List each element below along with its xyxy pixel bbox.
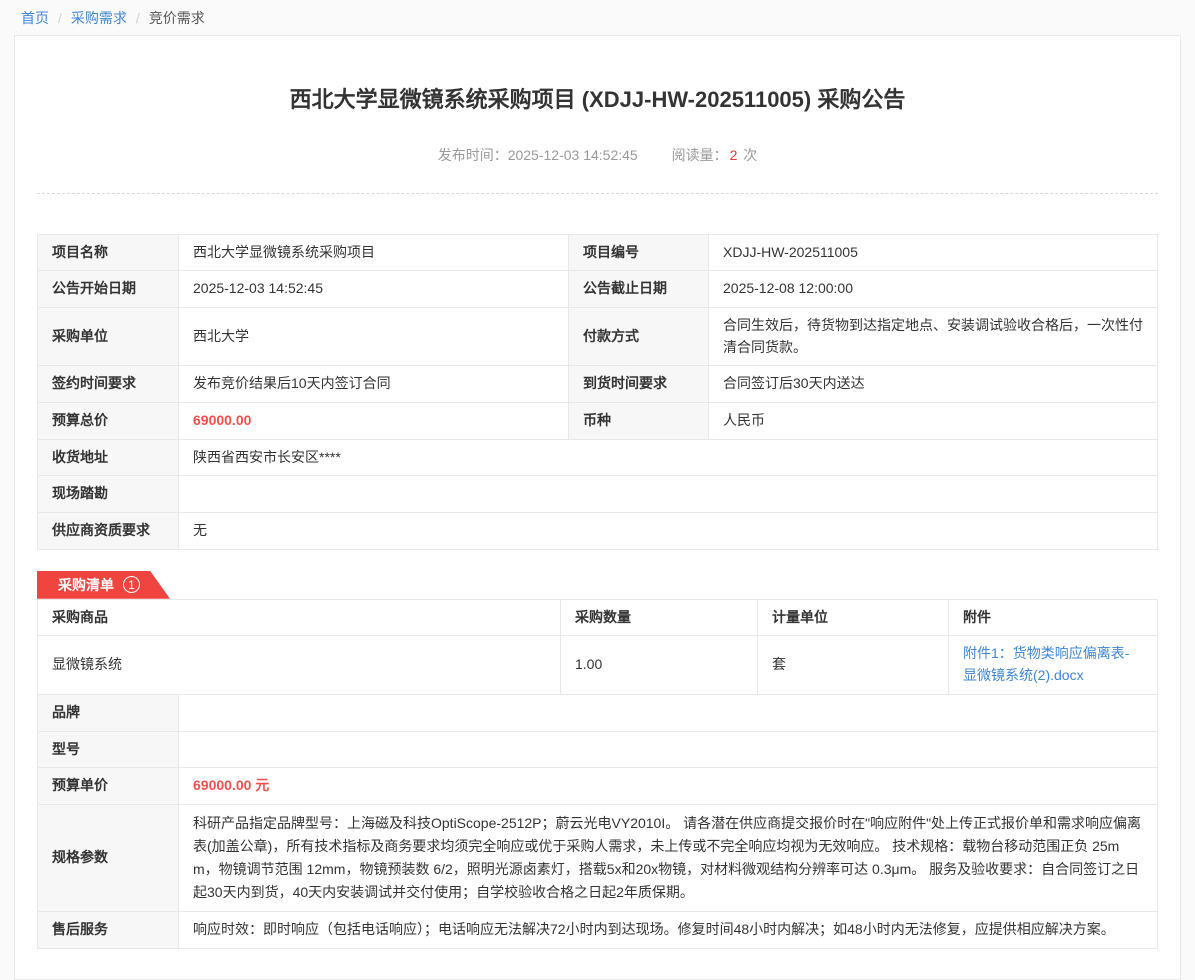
goods-unit: 套 [758, 636, 949, 694]
brand-value [179, 694, 1158, 731]
field-label: 项目名称 [38, 234, 179, 271]
attachment-link[interactable]: 附件1：货物类响应偏离表-显微镜系统(2).docx [963, 645, 1129, 683]
field-value: 西北大学 [179, 307, 569, 365]
project-info-table: 项目名称 西北大学显微镜系统采购项目 项目编号 XDJJ-HW-20251100… [37, 234, 1158, 550]
table-row: 供应商资质要求 无 [38, 513, 1158, 550]
goods-table: 采购商品 采购数量 计量单位 附件 显微镜系统 1.00 套 附件1：货物类响应… [37, 599, 1158, 695]
view-count-label: 阅读量： [672, 147, 728, 163]
field-value: 合同签订后30天内送达 [709, 366, 1158, 403]
field-label: 到货时间要求 [569, 366, 709, 403]
field-label: 品牌 [38, 694, 179, 731]
purchase-list-tab-label: 采购清单 [58, 577, 114, 593]
view-count: 阅读量：2 次 [672, 147, 758, 163]
field-label: 采购单位 [38, 307, 179, 365]
view-count-unit: 次 [743, 147, 757, 163]
page-title: 西北大学显微镜系统采购项目 (XDJJ-HW-202511005) 采购公告 [37, 86, 1158, 115]
table-row: 预算单价 69000.00 元 [38, 768, 1158, 805]
column-header-unit: 计量单位 [758, 599, 949, 636]
table-row: 品牌 [38, 694, 1158, 731]
breadcrumb-home-link[interactable]: 首页 [21, 10, 49, 26]
table-row: 公告开始日期 2025-12-03 14:52:45 公告截止日期 2025-1… [38, 271, 1158, 308]
field-label: 预算总价 [38, 403, 179, 440]
field-value: 陕西省西安市长安区**** [179, 439, 1158, 476]
announcement-meta: 发布时间：2025-12-03 14:52:45 阅读量：2 次 [37, 145, 1158, 194]
breadcrumb: 首页 / 采购需求 / 竞价需求 [0, 0, 1195, 35]
column-header-quantity: 采购数量 [561, 599, 758, 636]
budget-unit-price-value: 69000.00 元 [179, 768, 1158, 805]
field-label: 付款方式 [569, 307, 709, 365]
goods-quantity: 1.00 [561, 636, 758, 694]
field-label: 售后服务 [38, 912, 179, 949]
field-label: 公告开始日期 [38, 271, 179, 308]
field-label: 项目编号 [569, 234, 709, 271]
table-row: 签约时间要求 发布竞价结果后10天内签订合同 到货时间要求 合同签订后30天内送… [38, 366, 1158, 403]
after-sales-value: 响应时效：即时响应（包括电话响应）；电话响应无法解决72小时内到达现场。修复时间… [179, 912, 1158, 949]
field-label: 规格参数 [38, 804, 179, 911]
field-label: 现场踏勘 [38, 476, 179, 513]
field-value: 2025-12-08 12:00:00 [709, 271, 1158, 308]
goods-name: 显微镜系统 [38, 636, 561, 694]
field-value: 合同生效后，待货物到达指定地点、安装调试验收合格后，一次性付清合同货款。 [709, 307, 1158, 365]
table-row: 售后服务 响应时效：即时响应（包括电话响应）；电话响应无法解决72小时内到达现场… [38, 912, 1158, 949]
table-row: 现场踏勘 [38, 476, 1158, 513]
table-row: 型号 [38, 731, 1158, 768]
field-label: 签约时间要求 [38, 366, 179, 403]
column-header-goods: 采购商品 [38, 599, 561, 636]
field-value: 发布竞价结果后10天内签订合同 [179, 366, 569, 403]
table-row: 采购单位 西北大学 付款方式 合同生效后，待货物到达指定地点、安装调试验收合格后… [38, 307, 1158, 365]
publish-time-value: 2025-12-03 14:52:45 [508, 147, 638, 163]
purchase-list-tab: 采购清单 1 [37, 571, 170, 599]
field-value: XDJJ-HW-202511005 [709, 234, 1158, 271]
publish-time-label: 发布时间： [438, 147, 508, 163]
column-header-attachment: 附件 [949, 599, 1158, 636]
field-value: 2025-12-03 14:52:45 [179, 271, 569, 308]
field-label: 预算单价 [38, 768, 179, 805]
budget-total-value: 69000.00 [179, 403, 569, 440]
spec-parameters-value: 科研产品指定品牌型号：上海磁及科技OptiScope-2512P；蔚云光电VY2… [179, 804, 1158, 911]
table-row: 预算总价 69000.00 币种 人民币 [38, 403, 1158, 440]
table-row: 规格参数 科研产品指定品牌型号：上海磁及科技OptiScope-2512P；蔚云… [38, 804, 1158, 911]
table-row: 显微镜系统 1.00 套 附件1：货物类响应偏离表-显微镜系统(2).docx [38, 636, 1158, 694]
field-value: 西北大学显微镜系统采购项目 [179, 234, 569, 271]
field-value: 无 [179, 513, 1158, 550]
goods-detail-table: 品牌 型号 预算单价 69000.00 元 规格参数 科研产品指定品牌型号：上海… [37, 694, 1158, 949]
breadcrumb-current: 竞价需求 [149, 10, 205, 26]
breadcrumb-separator: / [136, 10, 140, 26]
table-row: 项目名称 西北大学显微镜系统采购项目 项目编号 XDJJ-HW-20251100… [38, 234, 1158, 271]
field-label: 供应商资质要求 [38, 513, 179, 550]
table-row: 收货地址 陕西省西安市长安区**** [38, 439, 1158, 476]
publish-time: 发布时间：2025-12-03 14:52:45 [438, 147, 638, 163]
view-count-value: 2 [730, 147, 738, 163]
field-label: 型号 [38, 731, 179, 768]
model-value [179, 731, 1158, 768]
field-value: 人民币 [709, 403, 1158, 440]
field-label: 收货地址 [38, 439, 179, 476]
purchase-list-count-badge: 1 [123, 576, 140, 593]
table-header-row: 采购商品 采购数量 计量单位 附件 [38, 599, 1158, 636]
field-value [179, 476, 1158, 513]
breadcrumb-separator: / [58, 10, 62, 26]
field-label: 币种 [569, 403, 709, 440]
field-label: 公告截止日期 [569, 271, 709, 308]
breadcrumb-procurement-link[interactable]: 采购需求 [71, 10, 127, 26]
announcement-card: 西北大学显微镜系统采购项目 (XDJJ-HW-202511005) 采购公告 发… [14, 35, 1181, 980]
